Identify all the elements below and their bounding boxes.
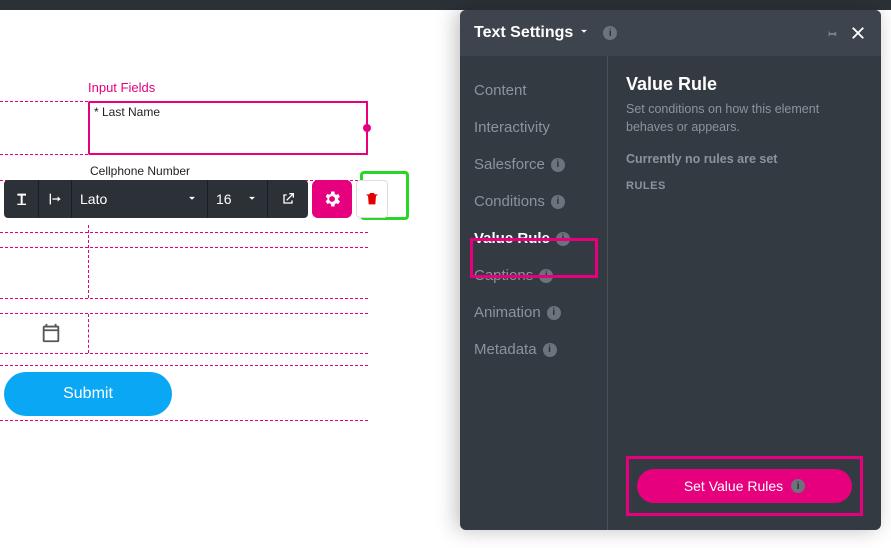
open-external-button[interactable]: [268, 180, 308, 218]
chevron-down-icon: [245, 191, 259, 208]
info-icon[interactable]: i: [603, 26, 617, 40]
text-format-button[interactable]: [4, 180, 39, 218]
nav-conditions[interactable]: Conditions i: [460, 183, 607, 220]
text-settings-panel: Text Settings i Content Interactivity Sa…: [460, 10, 881, 530]
submit-button[interactable]: Submit: [4, 372, 172, 416]
close-icon[interactable]: [849, 24, 867, 42]
layout-guide: [0, 232, 368, 233]
nav-label: Salesforce: [474, 156, 545, 173]
font-size: 16: [216, 191, 232, 207]
last-name-label: * Last Name: [94, 105, 160, 119]
nav-label: Conditions: [474, 193, 545, 210]
highlight-outline: Set Value Rules i: [626, 456, 863, 516]
info-icon[interactable]: i: [791, 479, 805, 493]
info-icon[interactable]: i: [547, 306, 561, 320]
panel-nav: Content Interactivity Salesforce i Condit…: [460, 56, 608, 530]
layout-guide: [0, 298, 368, 299]
value-rule-description: Set conditions on how this element behav…: [626, 101, 863, 136]
nav-label: Captions: [474, 267, 533, 284]
nav-interactivity[interactable]: Interactivity: [460, 109, 607, 146]
nav-salesforce[interactable]: Salesforce i: [460, 146, 607, 183]
chevron-down-icon: [185, 191, 199, 208]
layout-guide: [88, 314, 89, 353]
layout-guide: [88, 225, 90, 298]
layout-guide: [0, 313, 368, 314]
rules-label: RULES: [626, 180, 863, 192]
nav-content[interactable]: Content: [460, 72, 607, 109]
panel-title-dropdown[interactable]: Text Settings i: [474, 24, 617, 43]
fields-header: Input Fields: [88, 80, 155, 95]
nav-label: Content: [474, 82, 527, 99]
panel-header: Text Settings i: [460, 10, 881, 56]
font-select[interactable]: Lato: [72, 180, 208, 218]
nav-label: Value Rule: [474, 230, 550, 247]
layout-guide: [0, 247, 368, 248]
font-size-select[interactable]: 16: [208, 180, 268, 218]
info-icon[interactable]: i: [539, 269, 553, 283]
font-name: Lato: [80, 191, 107, 207]
chevron-down-icon: [577, 24, 591, 43]
info-icon[interactable]: i: [543, 343, 557, 357]
set-value-rules-button[interactable]: Set Value Rules i: [637, 469, 852, 503]
info-icon[interactable]: i: [551, 195, 565, 209]
app-topbar: [0, 0, 891, 10]
nav-animation[interactable]: Animation i: [460, 294, 607, 331]
layout-guide: [0, 353, 368, 354]
nav-label: Metadata: [474, 341, 537, 358]
layout-guide: [0, 365, 368, 366]
calendar-icon[interactable]: [40, 322, 62, 344]
pin-icon[interactable]: [823, 25, 839, 41]
set-value-rules-label: Set Value Rules: [684, 478, 783, 494]
panel-body: Content Interactivity Salesforce i Condit…: [460, 56, 881, 530]
info-icon[interactable]: i: [556, 232, 570, 246]
submit-label: Submit: [63, 385, 113, 403]
nav-captions[interactable]: Captions i: [460, 257, 607, 294]
panel-title: Text Settings: [474, 24, 573, 42]
panel-main: Value Rule Set conditions on how this el…: [608, 56, 881, 530]
cellphone-label: Cellphone Number: [90, 164, 190, 178]
value-rule-heading: Value Rule: [626, 74, 863, 95]
nav-metadata[interactable]: Metadata i: [460, 331, 607, 368]
align-button[interactable]: [39, 180, 72, 218]
text-toolbar: Lato 16: [4, 180, 388, 218]
nav-value-rule[interactable]: Value Rule i: [460, 220, 607, 257]
rules-status: Currently no rules are set: [626, 152, 863, 166]
nav-label: Interactivity: [474, 119, 550, 136]
last-name-input[interactable]: * Last Name: [88, 101, 368, 155]
info-icon[interactable]: i: [551, 158, 565, 172]
nav-label: Animation: [474, 304, 541, 321]
delete-button[interactable]: [356, 180, 388, 218]
settings-button[interactable]: [312, 180, 352, 218]
layout-guide: [0, 420, 368, 421]
